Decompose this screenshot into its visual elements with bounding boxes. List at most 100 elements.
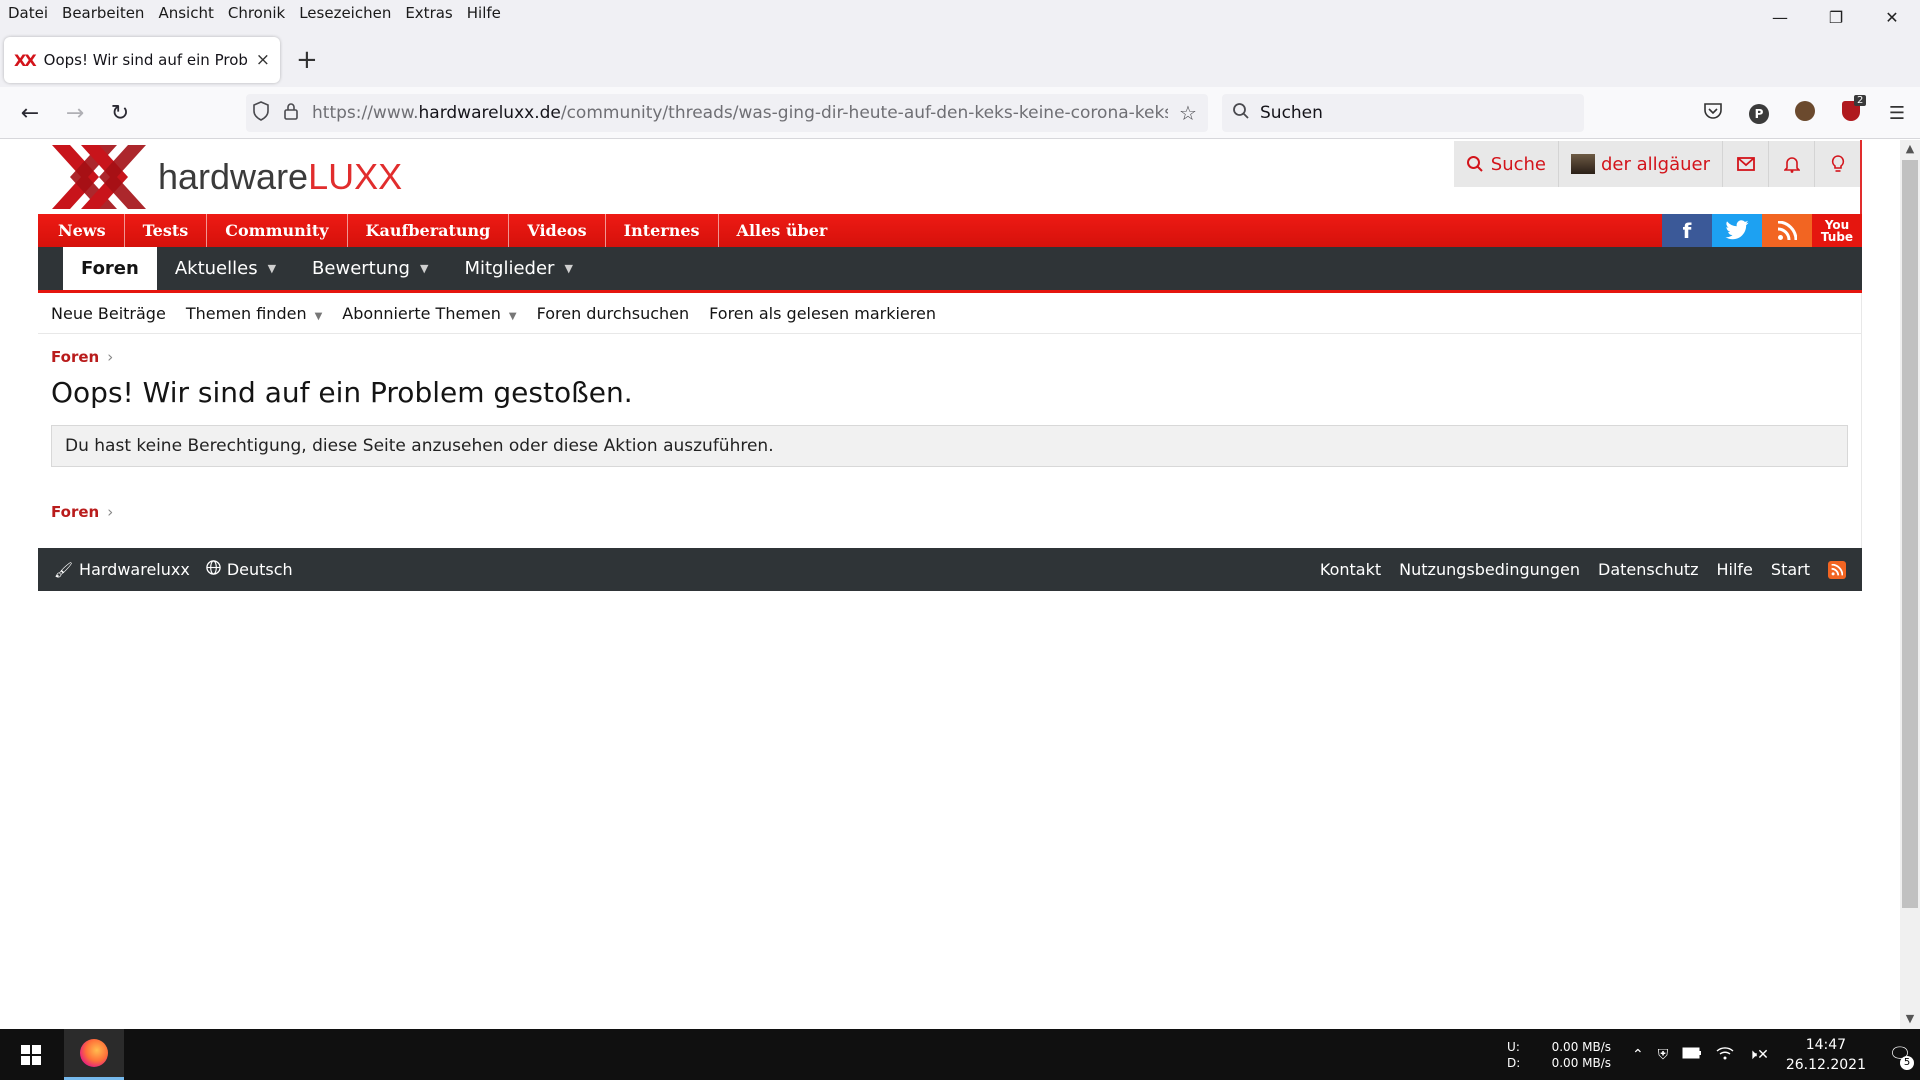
avatar [1571, 154, 1595, 174]
battery-icon[interactable] [1682, 1047, 1702, 1063]
wifi-icon[interactable] [1716, 1046, 1734, 1064]
nav-alles-ueber[interactable]: Alles über [717, 214, 846, 247]
main-content: Foren › Oops! Wir sind auf ein Problem ge… [38, 334, 1862, 548]
menu-hilfe[interactable]: Hilfe [460, 4, 508, 22]
browser-tab-active[interactable]: XX Oops! Wir sind auf ein Problem gestoß… [4, 37, 280, 83]
nav-community[interactable]: Community [206, 214, 346, 247]
subnav-abonnierte-themen[interactable]: Abonnierte Themen ▼ [342, 304, 516, 323]
firefox-icon [80, 1039, 108, 1067]
ublock-shield-icon[interactable]: 2 [1828, 94, 1874, 126]
profile-extension-icon[interactable]: P [1736, 102, 1782, 124]
search-bar[interactable]: Suchen [1222, 94, 1584, 132]
tab-bewertung[interactable]: Bewertung ▼ [294, 247, 446, 290]
footer-link-kontakt[interactable]: Kontakt [1320, 560, 1381, 579]
footer-style-chooser[interactable]: 🖌 Hardwareluxx [54, 560, 190, 579]
scroll-down-arrow-icon[interactable]: ▼ [1902, 1012, 1918, 1028]
chevron-right-icon: › [107, 348, 114, 366]
windows-logo-icon [21, 1044, 41, 1065]
subnav-foren-gelesen[interactable]: Foren als gelesen markieren [709, 304, 936, 323]
start-button[interactable] [0, 1029, 62, 1080]
envelope-icon [1736, 157, 1755, 171]
footer-link-datenschutz[interactable]: Datenschutz [1598, 560, 1698, 579]
site-footer: 🖌 Hardwareluxx Deutsch Kontakt Nutzungsbe… [38, 548, 1862, 591]
web-page: hardwareLUXX Suche der allgäuer News Tes… [38, 140, 1862, 591]
forum-navigation: Foren Aktuelles ▼ Bewertung ▼ Mitglieder ▼ [38, 247, 1862, 293]
nav-news[interactable]: News [38, 214, 124, 247]
action-center-button[interactable]: 🗨 5 [1880, 1044, 1920, 1070]
youtube-icon[interactable]: You Tube [1812, 214, 1862, 247]
menu-ansicht[interactable]: Ansicht [151, 4, 220, 22]
reload-button[interactable]: ↻ [104, 97, 136, 129]
tab-aktuelles[interactable]: Aktuelles ▼ [157, 247, 294, 290]
pocket-icon[interactable] [1690, 102, 1736, 125]
footer-links: Kontakt Nutzungsbedingungen Datenschutz … [1302, 560, 1846, 579]
facebook-icon[interactable]: f [1662, 214, 1712, 247]
menu-lesezeichen[interactable]: Lesezeichen [292, 4, 398, 22]
chevron-down-icon: ▼ [267, 262, 277, 275]
menu-chronik[interactable]: Chronik [221, 4, 292, 22]
toolbar-extensions: P 2 ☰ [1690, 94, 1920, 131]
bell-icon [1783, 157, 1800, 173]
subnav-neue-beitraege[interactable]: Neue Beiträge [51, 304, 166, 323]
header-search-button[interactable]: Suche [1454, 141, 1558, 187]
breadcrumb-foren-link[interactable]: Foren [51, 348, 99, 366]
page-title: Oops! Wir sind auf ein Problem gestoßen. [51, 376, 633, 409]
lock-icon[interactable] [276, 102, 306, 125]
address-bar[interactable]: https://www.hardwareluxx.de/community/th… [246, 94, 1208, 132]
footer-link-hilfe[interactable]: Hilfe [1717, 560, 1753, 579]
hardwareluxx-logo[interactable]: hardwareLUXX [50, 143, 402, 211]
network-speed-meter: U: 0.00 MB/s D: 0.00 MB/s [1507, 1039, 1612, 1070]
menu-datei[interactable]: Datei [0, 4, 55, 22]
back-button[interactable]: ← [14, 97, 46, 129]
navigation-toolbar: ← → ↻ https://www.hardwareluxx.de/commun… [0, 87, 1920, 139]
tray-chevron-up-icon[interactable]: ⌃ [1632, 1047, 1644, 1063]
scroll-up-arrow-icon[interactable]: ▲ [1902, 142, 1918, 158]
scrollbar-thumb[interactable] [1902, 160, 1918, 908]
speaker-muted-icon[interactable]: 🕨✕ [1748, 1047, 1769, 1063]
menu-bar: Datei Bearbeiten Ansicht Chronik Lesezei… [0, 0, 1920, 25]
forward-button[interactable]: → [59, 97, 91, 129]
system-tray: U: 0.00 MB/s D: 0.00 MB/s ⌃ ⛨ 🕨✕ 14:47 26.… [1507, 1029, 1920, 1080]
menu-bearbeiten[interactable]: Bearbeiten [55, 4, 151, 22]
alerts-button[interactable] [1768, 141, 1814, 187]
tab-title: Oops! Wir sind auf ein Problem gestoßen.… [43, 51, 248, 69]
footer-language-chooser[interactable]: Deutsch [206, 560, 293, 579]
inbox-button[interactable] [1722, 141, 1768, 187]
tab-mitglieder[interactable]: Mitglieder ▼ [446, 247, 590, 290]
taskbar-firefox[interactable] [64, 1029, 124, 1080]
nav-videos[interactable]: Videos [508, 214, 604, 247]
header-user-account[interactable]: der allgäuer [1558, 141, 1722, 187]
twitter-icon[interactable] [1712, 214, 1762, 247]
tracking-protection-shield-icon[interactable] [246, 100, 276, 126]
tab-close-icon[interactable]: × [256, 50, 270, 70]
windows-taskbar: U: 0.00 MB/s D: 0.00 MB/s ⌃ ⛨ 🕨✕ 14:47 26.… [0, 1029, 1920, 1080]
hardwareluxx-favicon-icon: XX [14, 50, 37, 70]
error-message: Du hast keine Berechtigung, diese Seite … [65, 436, 774, 456]
style-toggle-button[interactable] [1814, 141, 1860, 187]
subnav-foren-durchsuchen[interactable]: Foren durchsuchen [537, 304, 690, 323]
chevron-down-icon: ▼ [564, 262, 573, 275]
search-placeholder: Suchen [1260, 103, 1323, 123]
clock-time: 14:47 [1805, 1036, 1847, 1053]
bookmark-star-icon[interactable]: ☆ [1168, 101, 1208, 125]
globe-icon [206, 560, 221, 579]
clock-date: 26.12.2021 [1785, 1056, 1866, 1073]
footer-link-nutzungsbedingungen[interactable]: Nutzungsbedingungen [1399, 560, 1580, 579]
breadcrumb-foren-link-bottom[interactable]: Foren [51, 503, 99, 521]
nav-internes[interactable]: Internes [604, 214, 718, 247]
subnav-themen-finden[interactable]: Themen finden ▼ [186, 304, 322, 323]
new-tab-button[interactable]: + [296, 47, 318, 73]
rss-feed-icon[interactable] [1762, 214, 1812, 247]
tab-foren[interactable]: Foren [63, 247, 157, 290]
nav-tests[interactable]: Tests [123, 214, 207, 247]
main-red-navigation: News Tests Community Kaufberatung Videos… [38, 214, 1862, 247]
taskbar-clock[interactable]: 14:47 26.12.2021 [1786, 1035, 1866, 1075]
nav-kaufberatung[interactable]: Kaufberatung [346, 214, 509, 247]
menu-extras[interactable]: Extras [398, 4, 459, 22]
security-shield-icon[interactable]: ⛨ [1658, 1047, 1669, 1063]
hamburger-menu-icon[interactable]: ☰ [1874, 103, 1920, 124]
error-notice: Du hast keine Berechtigung, diese Seite … [51, 425, 1848, 467]
cookie-extension-icon[interactable] [1782, 100, 1828, 126]
footer-link-start[interactable]: Start [1771, 560, 1810, 579]
footer-rss-icon[interactable] [1828, 560, 1846, 579]
